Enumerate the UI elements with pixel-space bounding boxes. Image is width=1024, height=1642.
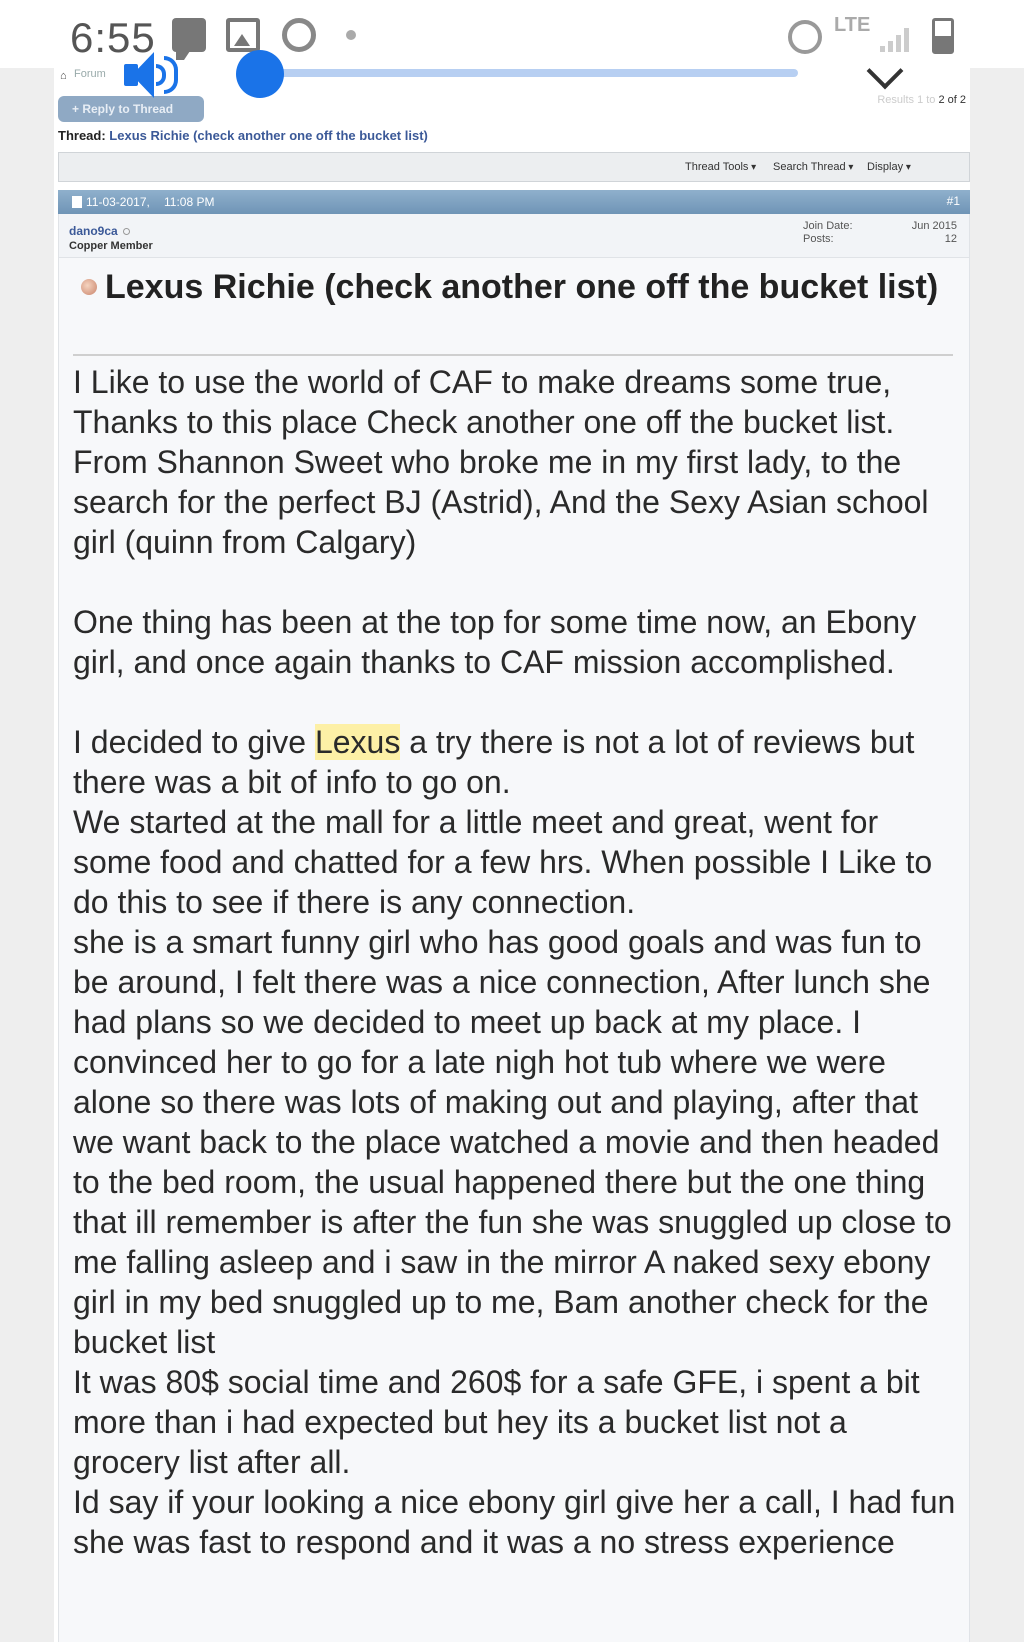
collapse-chevron-icon[interactable]	[866, 52, 906, 96]
volume-slider-thumb[interactable]	[236, 50, 285, 98]
post-date: 11-03-2017,	[86, 195, 150, 209]
username-text: dano9ca	[69, 224, 118, 238]
posts-value: 12	[944, 233, 957, 245]
post-time: 11:08 PM	[164, 195, 215, 209]
volume-overlay	[0, 0, 1024, 140]
post-message: I Like to use the world of CAF to make d…	[73, 362, 959, 1562]
screen: 6:55 LTE ⌂ Forum + Reply to Thread Resul…	[0, 0, 1024, 1642]
offline-status-icon	[122, 228, 130, 235]
post-user-info: dano9ca Copper Member Join Date: Jun 201…	[58, 214, 970, 258]
title-divider	[73, 354, 953, 356]
thread-tools-menu[interactable]: Thread Tools	[685, 161, 756, 173]
post-title: Lexus Richie (check another one off the …	[77, 266, 947, 308]
user-title: Copper Member	[69, 240, 153, 252]
volume-speaker-icon[interactable]	[124, 50, 180, 100]
post-paragraph-1: I Like to use the world of CAF to make d…	[73, 364, 938, 560]
post-paragraph-3-rest: a try there is not a lot of reviews but …	[73, 724, 956, 1560]
post-header: 11-03-2017, 11:08 PM #1	[58, 190, 970, 214]
post-paragraph-3-start: I decided to give	[73, 724, 315, 760]
post-title-text: Lexus Richie (check another one off the …	[105, 268, 939, 306]
search-highlight: Lexus	[314, 724, 401, 760]
username-link[interactable]: dano9ca	[69, 224, 130, 238]
post-title-icon	[81, 279, 97, 296]
post-paragraph-2: One thing has been at the top for some t…	[73, 604, 926, 680]
join-date-value: Jun 2015	[911, 220, 957, 232]
volume-slider-track[interactable]	[238, 69, 798, 77]
join-date-label: Join Date:	[803, 220, 853, 232]
forum-page: ⌂ Forum + Reply to Thread Results 1 to 2…	[54, 68, 970, 1642]
post-body: Lexus Richie (check another one off the …	[58, 258, 970, 1642]
thread-toolbar: Thread Tools Search Thread Display	[58, 152, 970, 182]
display-menu[interactable]: Display	[867, 161, 911, 173]
post-number-link[interactable]: #1	[947, 194, 960, 208]
posts-label: Posts:	[803, 233, 834, 245]
post-icon	[72, 196, 82, 208]
search-thread-menu[interactable]: Search Thread	[773, 161, 853, 173]
